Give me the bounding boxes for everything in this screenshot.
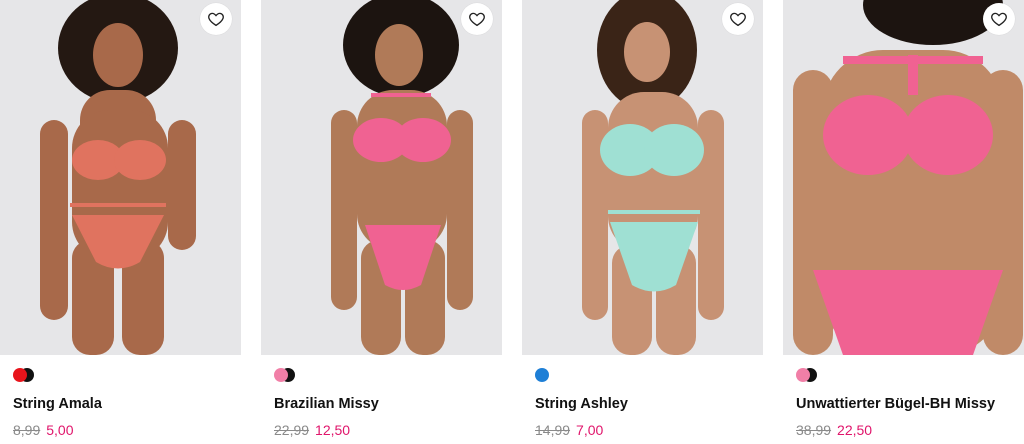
old-price: 8,99 xyxy=(13,422,41,438)
product-title[interactable]: String Ashley xyxy=(535,396,628,412)
sale-price: 22,50 xyxy=(837,422,873,438)
color-swatches xyxy=(535,368,595,382)
model-photo xyxy=(261,0,502,355)
product-card[interactable]: Unwattierter Bügel-BH Missy 38,99 22,50 xyxy=(783,0,1024,444)
model-photo xyxy=(0,0,241,355)
product-price: 14,99 7,00 xyxy=(535,422,603,438)
color-swatch[interactable] xyxy=(274,368,288,382)
old-price: 14,99 xyxy=(535,422,571,438)
product-grid: String Amala 8,99 5,00 Brazilian Missy 2… xyxy=(0,0,1024,444)
color-swatches xyxy=(13,368,73,382)
product-card[interactable]: String Amala 8,99 5,00 xyxy=(0,0,241,444)
product-image[interactable] xyxy=(783,0,1024,355)
product-image[interactable] xyxy=(0,0,241,355)
model-photo xyxy=(522,0,763,355)
sale-price: 5,00 xyxy=(46,422,74,438)
product-price: 38,99 22,50 xyxy=(796,422,872,438)
color-swatch[interactable] xyxy=(535,368,549,382)
product-card[interactable]: String Ashley 14,99 7,00 xyxy=(522,0,763,444)
product-price: 8,99 5,00 xyxy=(13,422,74,438)
product-image[interactable] xyxy=(261,0,502,355)
sale-price: 12,50 xyxy=(315,422,351,438)
old-price: 38,99 xyxy=(796,422,832,438)
product-title[interactable]: Brazilian Missy xyxy=(274,396,379,412)
heart-outline-icon xyxy=(991,12,1007,27)
favorite-button[interactable] xyxy=(461,3,493,35)
product-card[interactable]: Brazilian Missy 22,99 12,50 xyxy=(261,0,502,444)
heart-outline-icon xyxy=(208,12,224,27)
heart-outline-icon xyxy=(469,12,485,27)
product-image[interactable] xyxy=(522,0,763,355)
old-price: 22,99 xyxy=(274,422,310,438)
favorite-button[interactable] xyxy=(983,3,1015,35)
model-photo xyxy=(783,0,1024,355)
color-swatch[interactable] xyxy=(796,368,810,382)
favorite-button[interactable] xyxy=(722,3,754,35)
color-swatches xyxy=(796,368,856,382)
heart-outline-icon xyxy=(730,12,746,27)
product-title[interactable]: String Amala xyxy=(13,396,102,412)
product-title[interactable]: Unwattierter Bügel-BH Missy xyxy=(796,396,995,412)
sale-price: 7,00 xyxy=(576,422,604,438)
color-swatches xyxy=(274,368,334,382)
color-swatch[interactable] xyxy=(13,368,27,382)
product-price: 22,99 12,50 xyxy=(274,422,350,438)
favorite-button[interactable] xyxy=(200,3,232,35)
